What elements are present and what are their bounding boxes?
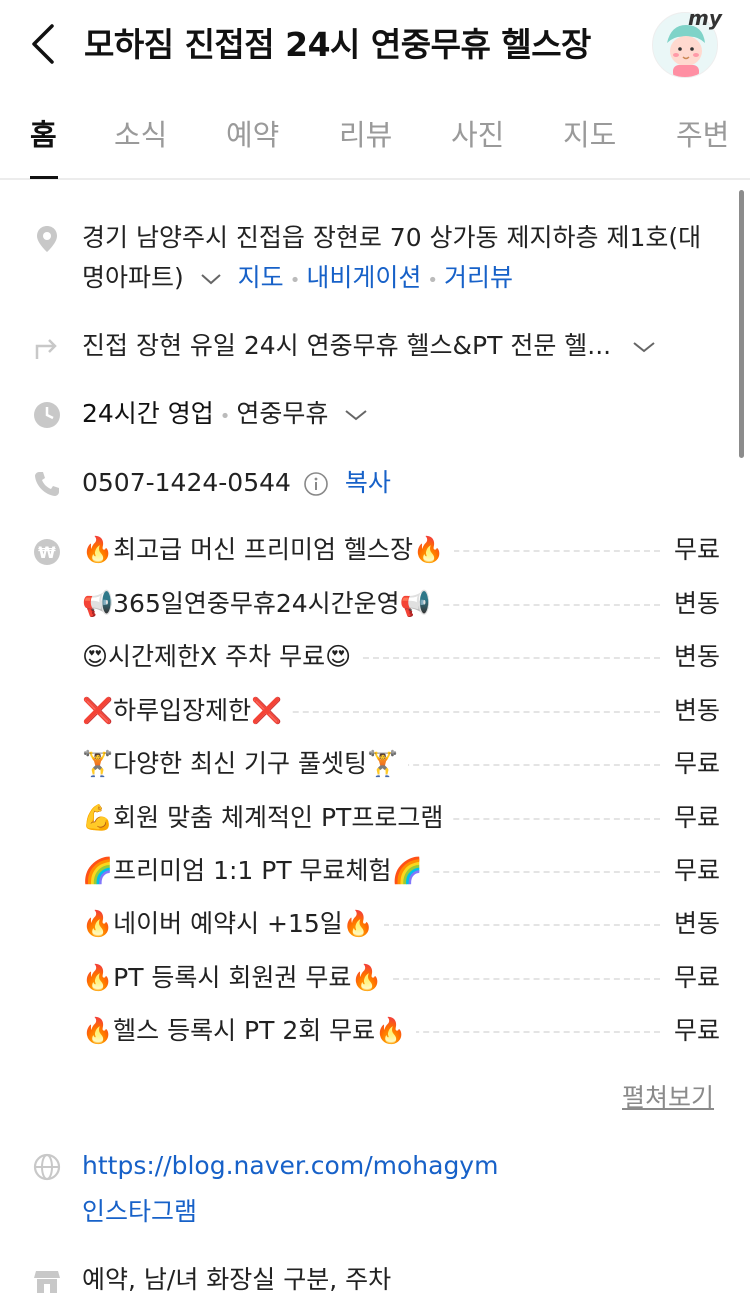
price-item-value: 변동	[663, 584, 720, 624]
separator-dot: •	[427, 270, 438, 291]
price-item: 🏋️다양한 최신 기구 풀셋팅🏋️ 무료	[82, 744, 720, 784]
blog-link[interactable]: https://blog.naver.com/mohagym	[82, 1146, 498, 1186]
price-item: 💪회원 맞춤 체계적인 PT프로그램 무료	[82, 798, 720, 838]
clock-icon	[34, 402, 60, 428]
back-arrow-icon[interactable]	[24, 20, 64, 68]
price-item-value: 무료	[663, 851, 720, 891]
separator-dot: •	[219, 406, 231, 427]
street-view-link[interactable]: 거리뷰	[444, 263, 513, 292]
price-item-value: 변동	[663, 637, 720, 677]
hours-status: 24시간 영업	[82, 399, 214, 428]
avatar-my-label: my	[688, 6, 722, 30]
hours-group: 24시간 영업 • 연중무휴	[82, 394, 370, 437]
map-link[interactable]: 지도	[238, 263, 284, 292]
tab-reviews[interactable]: 리뷰	[339, 112, 392, 154]
expand-prices-link[interactable]: 펼쳐보기	[622, 1078, 714, 1114]
address-line-2: 명아파트)	[82, 263, 184, 292]
price-item-value: 변동	[663, 904, 720, 944]
navigation-link[interactable]: 내비게이션	[306, 263, 421, 292]
svg-text:₩: ₩	[38, 543, 56, 562]
address-line-2-group: 명아파트) 지도 • 내비게이션 • 거리뷰	[82, 258, 513, 301]
directions-text: 진접 장현 유일 24시 연중무휴 헬스&PT 전문 헬...	[82, 331, 612, 360]
directions-group: 진접 장현 유일 24시 연중무휴 헬스&PT 전문 헬...	[82, 326, 659, 366]
price-item: 🔥PT 등록시 회원권 무료🔥 무료	[82, 958, 720, 998]
globe-icon	[33, 1153, 61, 1181]
price-item-value: 변동	[663, 691, 720, 731]
tab-home[interactable]: 홈	[30, 112, 57, 154]
price-item-value: 무료	[663, 530, 720, 570]
phone-icon	[35, 472, 59, 496]
price-item-name: 😍시간제한X 주차 무료😍	[82, 637, 362, 677]
info-icon[interactable]	[303, 471, 329, 497]
price-item-name: ❌하루입장제한❌	[82, 691, 293, 731]
price-item-name: 🔥PT 등록시 회원권 무료🔥	[82, 958, 393, 998]
price-item-name: 📢365일연중무휴24시간운영📢	[82, 584, 441, 624]
active-tab-indicator	[30, 176, 58, 179]
location-pin-icon	[37, 226, 57, 252]
chevron-down-icon[interactable]	[629, 337, 659, 357]
facilities-text: 예약, 남/녀 화장실 구분, 주차	[82, 1265, 392, 1294]
tab-photos[interactable]: 사진	[451, 112, 504, 154]
separator-dot: •	[289, 270, 301, 291]
tab-booking[interactable]: 예약	[226, 112, 279, 154]
price-item-value: 무료	[663, 798, 720, 838]
price-item-name: 🏋️다양한 최신 기구 풀셋팅🏋️	[82, 744, 409, 784]
price-item: 🔥헬스 등록시 PT 2회 무료🔥 무료	[82, 1011, 720, 1051]
price-item: 🔥최고급 머신 프리미엄 헬스장🔥 무료	[82, 530, 720, 570]
price-item-name: 🌈프리미엄 1:1 PT 무료체험🌈	[82, 851, 433, 891]
price-item: ❌하루입장제한❌ 변동	[82, 691, 720, 731]
page-title: 모하짐 진접점 24시 연중무휴 헬스장	[84, 25, 591, 64]
phone-number[interactable]: 0507-1424-0544	[82, 468, 291, 497]
chevron-down-icon[interactable]	[342, 405, 370, 425]
won-currency-icon: ₩	[34, 539, 60, 565]
address-line-1: 경기 남양주시 진접읍 장현로 70 상가동 제지하층 제1호(대	[82, 223, 702, 252]
directions-arrow-icon	[35, 339, 57, 359]
tab-news[interactable]: 소식	[114, 112, 167, 154]
price-item-name: 🔥헬스 등록시 PT 2회 무료🔥	[82, 1011, 417, 1051]
tab-map[interactable]: 지도	[563, 112, 616, 154]
phone-group: 0507-1424-0544 복사	[82, 463, 391, 503]
instagram-link[interactable]: 인스타그램	[82, 1192, 197, 1232]
price-item: 😍시간제한X 주차 무료😍 변동	[82, 637, 720, 677]
tab-bar: 홈 소식 예약 리뷰 사진 지도 주변	[0, 92, 750, 180]
scrollbar[interactable]	[739, 190, 744, 458]
price-item-value: 무료	[663, 744, 720, 784]
app-header: 모하짐 진접점 24시 연중무휴 헬스장 my	[0, 0, 750, 92]
price-item-name: 💪회원 맞춤 체계적인 PT프로그램	[82, 798, 454, 838]
store-icon	[34, 1271, 60, 1293]
chevron-down-icon[interactable]	[198, 269, 224, 289]
price-item-value: 무료	[663, 958, 720, 998]
price-item: 🌈프리미엄 1:1 PT 무료체험🌈 무료	[82, 851, 720, 891]
tab-nearby[interactable]: 주변	[676, 112, 729, 154]
price-item: 🔥네이버 예약시 +15일🔥 변동	[82, 904, 720, 944]
price-item-name: 🔥네이버 예약시 +15일🔥	[82, 904, 384, 944]
copy-button[interactable]: 복사	[345, 468, 391, 497]
price-item: 📢365일연중무휴24시간운영📢 변동	[82, 584, 720, 624]
price-item-value: 무료	[663, 1011, 720, 1051]
price-item-name: 🔥최고급 머신 프리미엄 헬스장🔥	[82, 530, 455, 570]
hours-note: 연중무휴	[236, 399, 329, 428]
